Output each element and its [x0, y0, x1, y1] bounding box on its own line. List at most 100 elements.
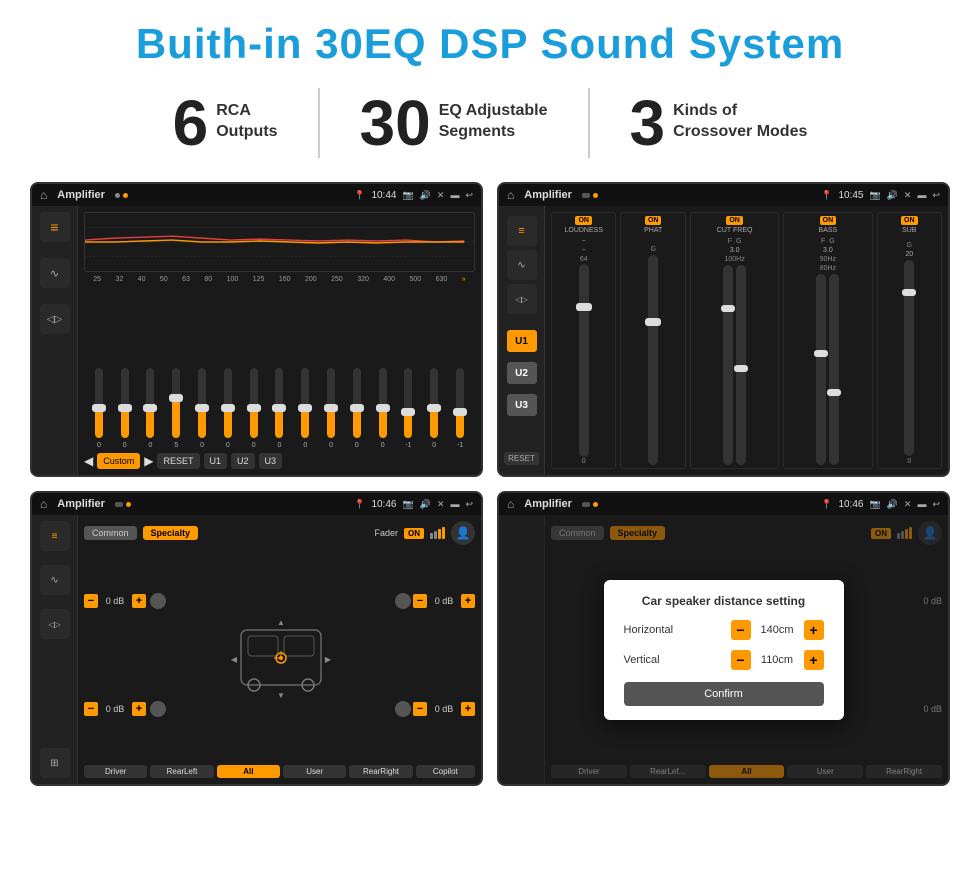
spk-sidebar-btn-3[interactable]: ◁▷ [40, 609, 70, 639]
user-btn[interactable]: User [283, 765, 346, 778]
loudness-toggle[interactable]: ON [575, 216, 592, 225]
spk-sidebar-btn-1[interactable]: ≡ [40, 521, 70, 551]
camera-icon-4: 📷 [869, 499, 880, 510]
cutfreq-slider-2[interactable] [736, 265, 746, 465]
plus-btn-br[interactable]: + [461, 702, 475, 716]
horizontal-minus[interactable]: − [731, 620, 751, 640]
plus-btn-tr[interactable]: + [461, 594, 475, 608]
eq-screen-content: ≡ ∿ ◁▷ [32, 206, 481, 475]
vertical-plus[interactable]: + [804, 650, 824, 670]
eq-slider-track[interactable] [121, 368, 129, 438]
eq-sidebar-btn-2[interactable]: ∿ [40, 258, 70, 288]
reset-side-btn[interactable]: RESET [504, 452, 539, 465]
eq-slider-track[interactable] [404, 368, 412, 438]
play-icon[interactable]: ▶ [144, 454, 153, 468]
eq-slider-col: -1 [396, 368, 422, 449]
vertical-minus[interactable]: − [731, 650, 751, 670]
bass-toggle[interactable]: ON [820, 216, 837, 225]
app-title-1: Amplifier [57, 189, 105, 201]
reset-btn[interactable]: RESET [157, 453, 199, 469]
settings-icon[interactable]: 👤 [451, 521, 475, 545]
u1-btn[interactable]: U1 [204, 453, 228, 469]
minus-btn-bl[interactable]: − [84, 702, 98, 716]
eq-arrow[interactable]: » [462, 276, 466, 283]
u3-btn[interactable]: U3 [259, 453, 283, 469]
bass-label: BASS [819, 227, 838, 234]
eq-label: 250 [331, 276, 343, 283]
sub-slider[interactable] [904, 260, 914, 456]
minus-btn-tl[interactable]: − [84, 594, 98, 608]
plus-btn-bl[interactable]: + [132, 702, 146, 716]
eq-val: 0 [200, 442, 204, 449]
eq-slider-track[interactable] [327, 368, 335, 438]
bass-slider-1[interactable] [816, 274, 826, 465]
u2-btn[interactable]: U2 [231, 453, 255, 469]
phat-slider[interactable] [648, 255, 658, 465]
u1-side-btn[interactable]: U1 [507, 330, 537, 352]
spk-sidebar-btn-2[interactable]: ∿ [40, 565, 70, 595]
home-icon-3[interactable]: ⌂ [40, 497, 47, 511]
eq-slider-track[interactable] [224, 368, 232, 438]
home-icon-1[interactable]: ⌂ [40, 188, 47, 202]
plus-btn-tl[interactable]: + [132, 594, 146, 608]
eq-slider-track[interactable] [146, 368, 154, 438]
cross-sidebar-btn-1[interactable]: ≡ [507, 216, 537, 246]
top-right-db-control: − 0 dB + [395, 593, 475, 609]
location-icon-2: 📍 [821, 190, 832, 201]
eq-val: 0 [123, 442, 127, 449]
home-icon-2[interactable]: ⌂ [507, 188, 514, 202]
eq-slider-track[interactable] [353, 368, 361, 438]
specialty-tab[interactable]: Specialty [143, 526, 199, 540]
horizontal-row: Horizontal − 140cm + [624, 620, 824, 640]
dist-rearright-btn: RearRight [866, 765, 942, 778]
eq-slider-track[interactable] [95, 368, 103, 438]
common-tab[interactable]: Common [84, 526, 137, 540]
eq-slider-track[interactable] [275, 368, 283, 438]
minus-btn-tr[interactable]: − [413, 594, 427, 608]
driver-btn[interactable]: Driver [84, 765, 147, 778]
minus-btn-br[interactable]: − [413, 702, 427, 716]
cutfreq-toggle[interactable]: ON [726, 216, 743, 225]
spk-sidebar-btn-4[interactable]: ⊞ [40, 748, 70, 778]
u3-side-btn[interactable]: U3 [507, 394, 537, 416]
channel-bass: ON BASS F G 3.0 90Hz 80Hz [783, 212, 872, 469]
eq-slider-col: 0 [421, 368, 447, 449]
phat-toggle[interactable]: ON [645, 216, 662, 225]
vertical-label: Vertical [624, 654, 731, 666]
rearleft-btn[interactable]: RearLeft [150, 765, 213, 778]
eq-val: 0 [329, 442, 333, 449]
loudness-slider[interactable] [579, 264, 589, 457]
camera-icon-1: 📷 [402, 190, 413, 201]
fader-on-badge[interactable]: ON [404, 528, 424, 539]
dot-5 [115, 502, 123, 507]
dist-footer-bg: Driver RearLef... All User RearRight [551, 765, 942, 778]
eq-sidebar-btn-1[interactable]: ≡ [40, 212, 70, 242]
channel-cutfreq: ON CUT FREQ F G 3.0 100Hz [690, 212, 779, 469]
custom-btn[interactable]: Custom [97, 453, 140, 469]
home-icon-4[interactable]: ⌂ [507, 497, 514, 511]
prev-icon[interactable]: ◀ [84, 454, 93, 468]
eq-slider-track[interactable] [172, 368, 180, 438]
cross-sidebar-btn-2[interactable]: ∿ [507, 250, 537, 280]
rearright-btn[interactable]: RearRight [349, 765, 412, 778]
eq-val: 0 [226, 442, 230, 449]
eq-slider-track[interactable] [456, 368, 464, 438]
eq-slider-track[interactable] [250, 368, 258, 438]
cutfreq-slider-1[interactable] [723, 265, 733, 465]
eq-slider-track[interactable] [430, 368, 438, 438]
u2-side-btn[interactable]: U2 [507, 362, 537, 384]
eq-label: 320 [357, 276, 369, 283]
eq-main: 25 32 40 50 63 80 100 125 160 200 250 32… [78, 206, 481, 475]
cross-sidebar-btn-3[interactable]: ◁▷ [507, 284, 537, 314]
confirm-btn[interactable]: Confirm [624, 682, 824, 706]
all-btn[interactable]: All [217, 765, 280, 778]
copilot-btn[interactable]: Copilot [416, 765, 475, 778]
bass-slider-2[interactable] [829, 274, 839, 465]
spk-footer: Driver RearLeft All User RearRight Copil… [84, 765, 475, 778]
eq-sidebar-btn-3[interactable]: ◁▷ [40, 304, 70, 334]
horizontal-plus[interactable]: + [804, 620, 824, 640]
eq-slider-track[interactable] [301, 368, 309, 438]
eq-slider-track[interactable] [198, 368, 206, 438]
sub-toggle[interactable]: ON [901, 216, 918, 225]
eq-slider-track[interactable] [379, 368, 387, 438]
